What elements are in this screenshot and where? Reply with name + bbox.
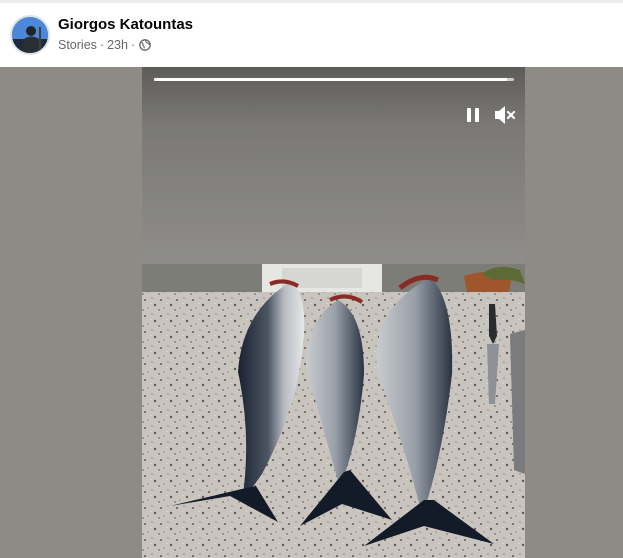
pause-icon[interactable] (464, 105, 482, 125)
post-meta: Stories · 23h · (58, 38, 151, 52)
story-photo (142, 264, 525, 558)
author-avatar[interactable] (10, 15, 50, 55)
meta-time[interactable]: 23h (107, 38, 128, 52)
post-header: Giorgos Katountas Stories · 23h · (0, 3, 623, 67)
author-name[interactable]: Giorgos Katountas (58, 16, 193, 33)
story-frame[interactable] (142, 67, 525, 558)
speaker-muted-icon[interactable] (493, 104, 517, 126)
story-progress-bar (154, 78, 514, 81)
meta-source[interactable]: Stories (58, 38, 97, 52)
globe-icon[interactable] (139, 39, 151, 51)
meta-separator: · (99, 38, 105, 52)
story-top-gradient (142, 67, 525, 264)
story-progress-fill (154, 78, 507, 81)
meta-separator-2: · (130, 38, 136, 52)
story-viewer (0, 67, 623, 558)
